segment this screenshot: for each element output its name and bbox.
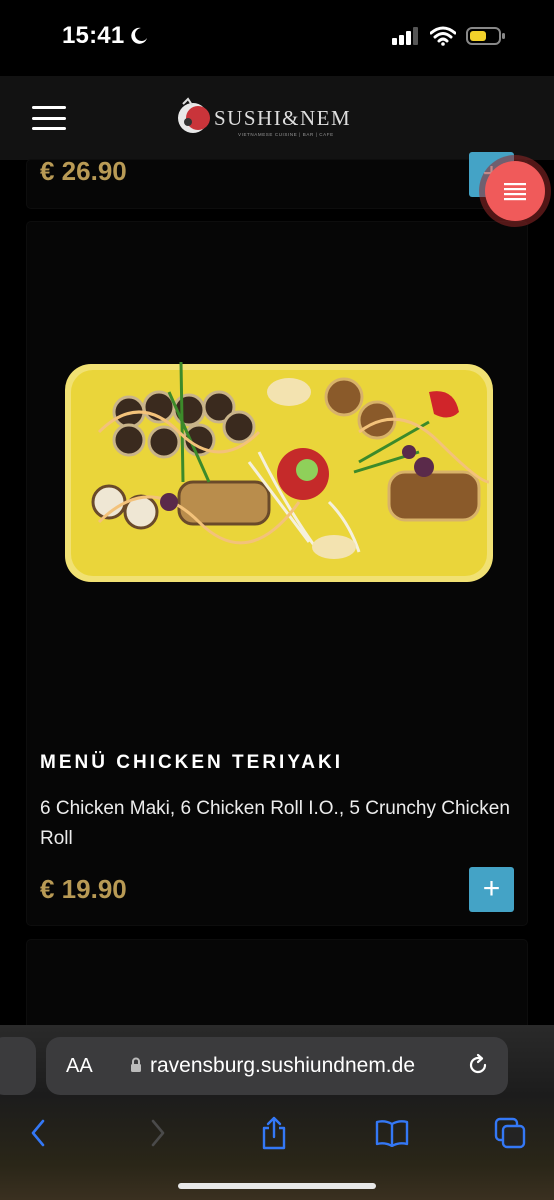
product-image <box>65 361 493 582</box>
category-menu-button[interactable] <box>479 155 551 227</box>
list-icon <box>504 183 526 201</box>
moon-icon <box>131 27 148 44</box>
wifi-icon <box>430 26 456 46</box>
chevron-left-icon <box>31 1119 45 1147</box>
reader-settings-button[interactable]: AA <box>66 1055 93 1078</box>
url-text: ravensburg.sushiundnem.de <box>150 1054 416 1077</box>
book-icon <box>375 1120 409 1147</box>
battery-icon <box>466 27 505 45</box>
product-price: € 19.90 <box>40 874 127 904</box>
site-header: SUSHI&NEM VIETNAMESE CUISINE | BAR | CAF… <box>0 76 554 160</box>
product-card: € 26.90 + <box>27 152 527 208</box>
chevron-right-icon <box>151 1119 165 1147</box>
site-logo[interactable]: SUSHI&NEM VIETNAMESE CUISINE | BAR | CAF… <box>174 94 384 144</box>
share-button[interactable] <box>254 1113 294 1153</box>
product-title: MENÜ CHICKEN TERIYAKI <box>40 752 343 773</box>
tabs-icon <box>494 1117 526 1149</box>
cellular-signal-icon <box>392 27 418 45</box>
previous-tab-peek[interactable] <box>0 1037 36 1095</box>
product-card: MENÜ CHICKEN TERIYAKI 6 Chicken Maki, 6 … <box>27 222 527 925</box>
forward-button[interactable] <box>138 1113 178 1153</box>
hamburger-menu-icon[interactable] <box>32 106 66 130</box>
logo-text: SUSHI&NEM <box>214 106 352 130</box>
address-bar[interactable]: AA ravensburg.sushiundnem.de <box>46 1037 508 1095</box>
lock-icon <box>131 1057 141 1072</box>
status-bar: 15:41 <box>0 0 554 76</box>
browser-toolbar <box>0 1113 554 1153</box>
bookmarks-button[interactable] <box>372 1113 412 1153</box>
clock-text: 15:41 <box>62 22 125 49</box>
share-icon <box>262 1116 286 1150</box>
product-description: 6 Chicken Maki, 6 Chicken Roll I.O., 5 C… <box>40 798 510 849</box>
browser-bottom-bar: AA ravensburg.sushiundnem.de <box>0 1025 554 1200</box>
status-icons <box>392 26 506 46</box>
status-time: 15:41 <box>62 22 148 50</box>
tabs-button[interactable] <box>490 1113 530 1153</box>
product-price: € 26.90 <box>40 156 127 186</box>
logo-emblem-icon <box>178 97 210 133</box>
logo-subtext: VIETNAMESE CUISINE | BAR | CAFE <box>238 132 334 137</box>
add-to-cart-button[interactable]: + <box>469 867 514 912</box>
home-indicator <box>178 1183 376 1189</box>
reload-icon[interactable] <box>466 1053 490 1077</box>
back-button[interactable] <box>18 1113 58 1153</box>
